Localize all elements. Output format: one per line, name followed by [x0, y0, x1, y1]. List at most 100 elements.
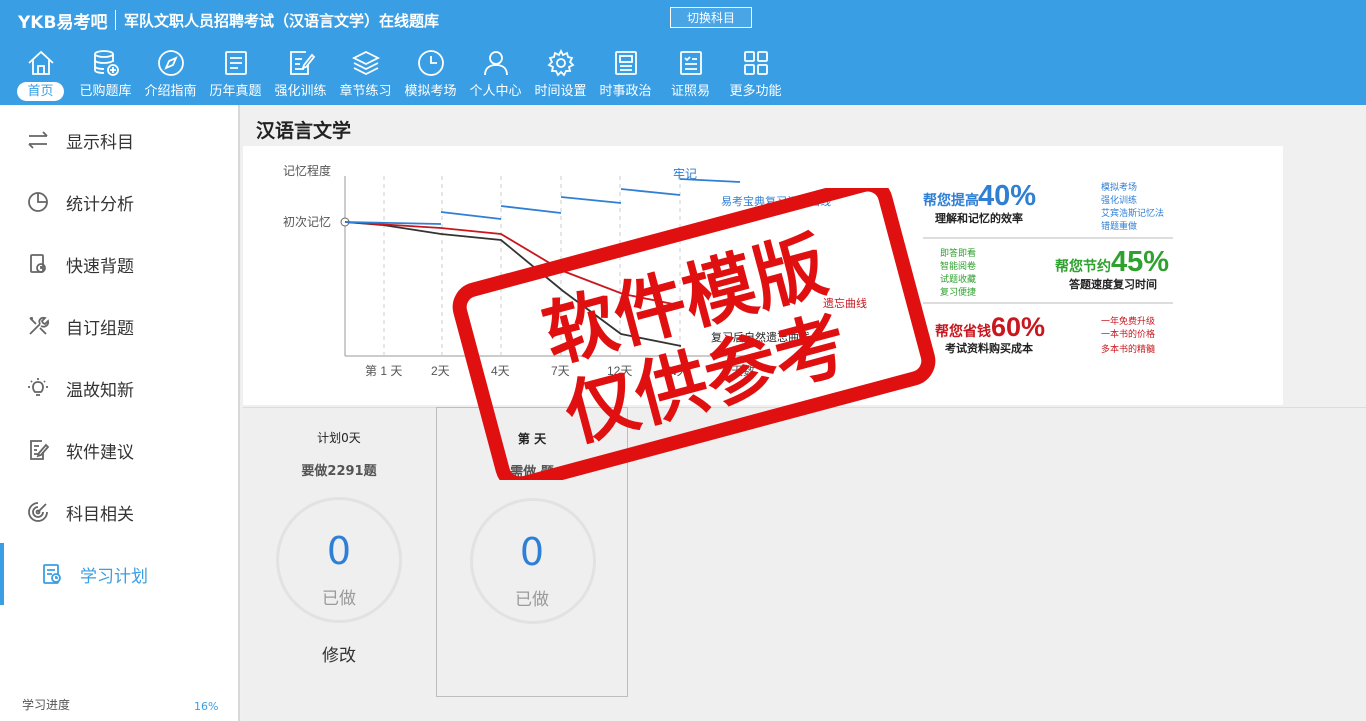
- promo2-list-item: 试题收藏: [940, 273, 976, 284]
- plan-day: 第 天: [517, 432, 547, 446]
- x-label: 12天: [607, 364, 632, 378]
- nav-label: 模拟考场: [404, 84, 457, 99]
- sidebar-item-suggestions[interactable]: 软件建议: [0, 419, 238, 481]
- edit-document-icon: [289, 51, 315, 75]
- sidebar-item-label: 学习计划: [80, 566, 148, 587]
- nav-profile[interactable]: 个人中心: [463, 48, 528, 104]
- promo2-list-item: 复习便捷: [940, 286, 976, 297]
- memory-curve-banner: 记忆程度 初次记忆 牢记 易考宝典复习记忆曲线 遗忘曲线 复习后自然遗忘曲线 第…: [243, 146, 1283, 405]
- sidebar-item-label: 自订组题: [66, 318, 134, 339]
- promo1-prefix: 帮您提高: [923, 192, 979, 208]
- edit-plan-button[interactable]: 修改: [243, 641, 435, 666]
- done-label: 已做: [322, 589, 356, 609]
- brand-logo: YKB易考吧: [18, 13, 108, 33]
- document-list-icon: [224, 51, 247, 75]
- natural-curve-label: 复习后自然遗忘曲线: [711, 330, 810, 344]
- nav-label: 已购题库: [79, 84, 132, 99]
- calendar-plan-icon: [43, 564, 61, 584]
- promo3-sub: 考试资料购买成本: [945, 341, 1033, 355]
- nav-label: 时事政治: [599, 84, 652, 99]
- nav-certificate[interactable]: 证照易: [658, 48, 723, 104]
- subject-related-icon: [28, 502, 48, 522]
- promo2-value: 45%: [1111, 246, 1169, 278]
- firm-label: 牢记: [673, 166, 697, 181]
- x-label: 4天: [491, 364, 510, 378]
- nav-mock-exam[interactable]: 模拟考场: [398, 48, 463, 104]
- promo3-list-item: 一本书的价格: [1101, 328, 1155, 339]
- nav-more[interactable]: 更多功能: [723, 48, 788, 104]
- promo1-list-item: 模拟考场: [1101, 181, 1137, 192]
- nav-time-settings[interactable]: 时间设置: [528, 48, 593, 104]
- pie-chart-icon: [28, 192, 48, 212]
- promo2-list-item: 智能阅卷: [940, 260, 976, 271]
- promo1-sub: 理解和记忆的效率: [935, 211, 1023, 225]
- nav-label: 强化训练: [274, 84, 327, 99]
- sidebar-item-review[interactable]: 温故知新: [0, 357, 238, 419]
- sidebar-item-quick-memorize[interactable]: 快速背题: [0, 233, 238, 295]
- promo2-list: 即答即看 智能阅卷 试题收藏 复习便捷: [940, 247, 976, 297]
- nav-chapters[interactable]: 章节练习: [333, 48, 398, 104]
- quick-memorize-icon: [30, 254, 46, 273]
- forget-curve-label: 遗忘曲线: [823, 296, 867, 310]
- switch-subject-button[interactable]: 切换科目: [670, 7, 752, 28]
- promo3-prefix: 帮您省钱: [935, 323, 991, 339]
- nav-label: 历年真题: [209, 84, 262, 99]
- home-icon: [27, 50, 54, 75]
- nav-label: 时间设置: [534, 84, 587, 99]
- plan-todo: 需做 题: [510, 465, 554, 480]
- user-icon: [483, 51, 508, 76]
- nav-intensive[interactable]: 强化训练: [268, 48, 333, 104]
- sidebar-item-statistics[interactable]: 统计分析: [0, 171, 238, 233]
- sidebar-item-custom-questions[interactable]: 自订组题: [0, 295, 238, 357]
- swap-arrows-icon: [28, 131, 48, 149]
- nav-guide[interactable]: 介绍指南: [138, 48, 203, 104]
- nav-label: 更多功能: [729, 84, 782, 99]
- x-label: 天数: [731, 363, 755, 378]
- nav-label: 证照易: [670, 84, 710, 99]
- done-label: 已做: [515, 590, 549, 610]
- promo1-list: 模拟考场 强化训练 艾宾浩斯记忆法 错题重做: [1101, 181, 1164, 231]
- x-axis-labels: 第 1 天 2天 4天 7天 12天 N天 天数: [365, 363, 755, 378]
- feedback-icon: [30, 440, 50, 460]
- sidebar-item-study-plan[interactable]: 学习计划: [0, 543, 238, 605]
- tools-icon: [29, 316, 50, 335]
- nav-home[interactable]: 首页: [8, 48, 73, 104]
- certificate-icon: [679, 51, 702, 75]
- nav-current-politics[interactable]: 时事政治: [593, 48, 658, 104]
- promo1-value: 40%: [978, 180, 1036, 212]
- sidebar: 显示科目 统计分析 快速背题 自订组题 温故知新 软件建议 科目相关 学习计划 …: [0, 105, 240, 721]
- nav-purchased[interactable]: 已购题库: [73, 48, 138, 104]
- y-axis-title: 记忆程度: [283, 163, 331, 178]
- promo1-list-item: 错题重做: [1101, 220, 1137, 231]
- sidebar-item-label: 显示科目: [66, 132, 134, 153]
- nav-past-exams[interactable]: 历年真题: [203, 48, 268, 104]
- grid-icon: [743, 51, 768, 75]
- compass-icon: [157, 50, 184, 76]
- promo2-prefix: 帮您节约: [1055, 258, 1111, 274]
- x-label: 2天: [431, 364, 450, 378]
- progress-label: 学习进度: [22, 698, 71, 712]
- x-label: 第 1 天: [365, 364, 402, 378]
- sidebar-item-label: 科目相关: [66, 504, 134, 525]
- lightbulb-icon: [28, 378, 48, 396]
- main-nav: 首页 已购题库 介绍指南 历年真题 强化训练 章节练习 模拟考场 个人中心 时间…: [8, 48, 788, 104]
- sidebar-item-subject-related[interactable]: 科目相关: [0, 481, 238, 543]
- newspaper-icon: [614, 51, 637, 75]
- promo3-list-item: 多本书的精髓: [1101, 343, 1155, 354]
- sidebar-item-show-subject[interactable]: 显示科目: [0, 109, 238, 171]
- promo1-list-item: 艾宾浩斯记忆法: [1101, 207, 1164, 218]
- done-count: 0: [326, 529, 352, 573]
- top-header: YKB易考吧 军队文职人员招聘考试（汉语言文学）在线题库 切换科目 首页 已购题…: [0, 0, 1366, 105]
- subject-title: 汉语言文学: [256, 120, 352, 142]
- ykb-curve-label: 易考宝典复习记忆曲线: [721, 194, 831, 208]
- clock-icon: [417, 50, 444, 76]
- promo1-list-item: 强化训练: [1101, 194, 1137, 205]
- plan-card: 计划0天 要做2291题 0 已做 修改: [243, 407, 435, 697]
- plan-days: 计划0天: [317, 431, 361, 445]
- nav-label: 个人中心: [469, 84, 522, 99]
- review-forget-curve: [344, 221, 684, 307]
- plan-questions: 要做2291题: [301, 464, 377, 479]
- nav-label: 首页: [17, 82, 64, 101]
- promo3-list: 一年免费升级 一本书的价格 多本书的精髓: [1101, 315, 1155, 354]
- done-count: 0: [519, 530, 545, 574]
